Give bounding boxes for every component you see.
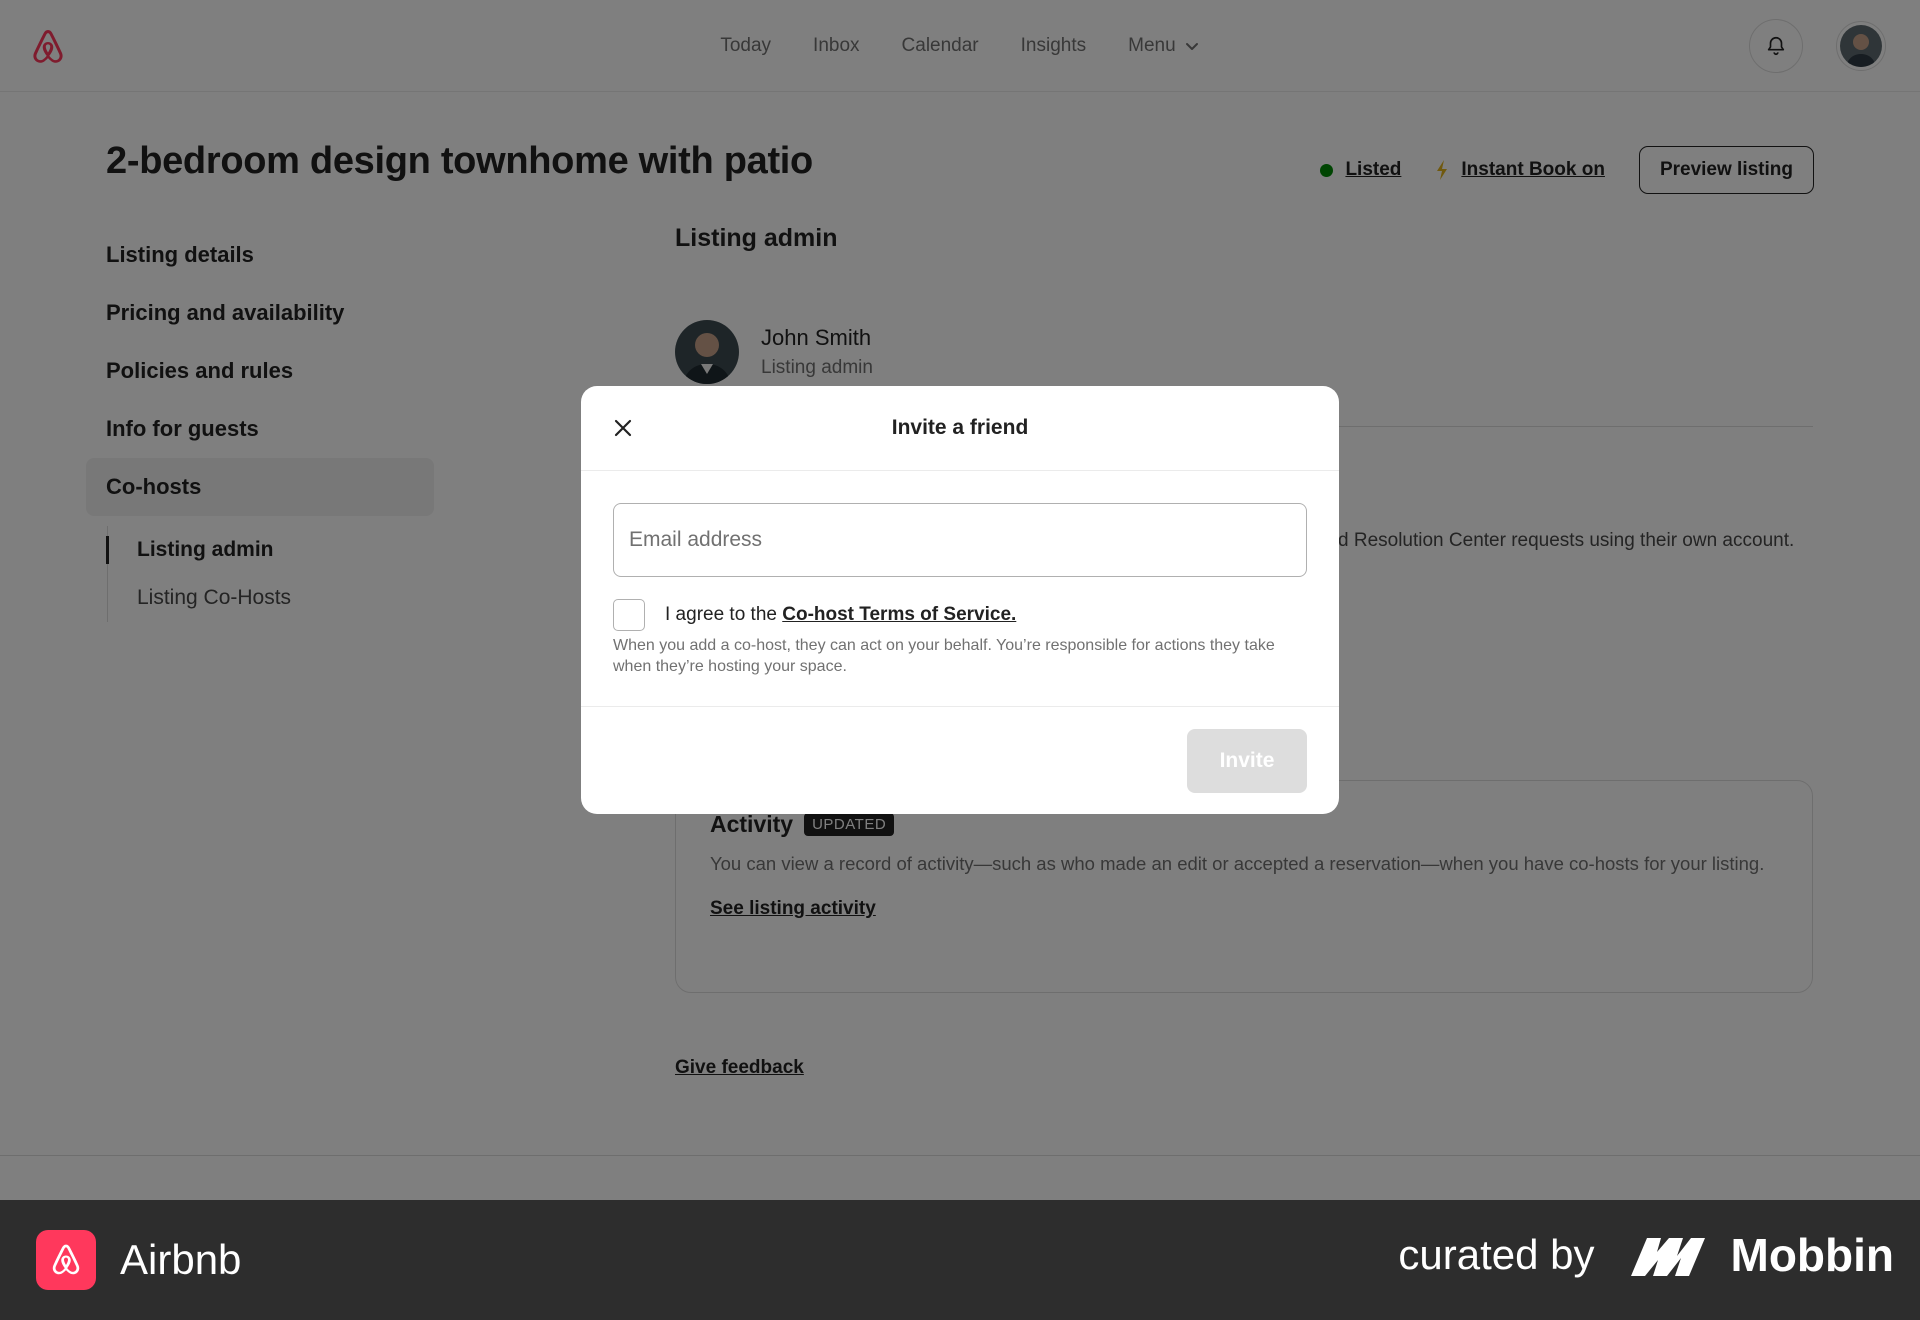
modal-title: Invite a friend	[891, 416, 1029, 439]
terms-prefix: I agree to the	[665, 604, 783, 625]
email-field[interactable]	[613, 503, 1307, 577]
mobbin-wordmark: Mobbin	[1730, 1229, 1895, 1281]
invite-button[interactable]: Invite	[1187, 729, 1307, 793]
brand-left: Airbnb	[36, 1230, 241, 1290]
modal-body: I agree to the Co-host Terms of Service.…	[581, 471, 1339, 677]
brand-bar: Airbnb curated by Mobbin	[0, 1200, 1920, 1320]
terms-note: When you add a co-host, they can act on …	[613, 637, 1275, 675]
modal-footer: Invite	[581, 706, 1339, 814]
terms-label: I agree to the Co-host Terms of Service.	[665, 604, 1016, 626]
terms-row: I agree to the Co-host Terms of Service.	[613, 599, 1307, 631]
modal-header: Invite a friend	[581, 386, 1339, 471]
invite-modal: Invite a friend I agree to the Co-host T…	[581, 386, 1339, 814]
curated-by-label: curated by	[1398, 1231, 1595, 1278]
terms-checkbox[interactable]	[613, 599, 645, 631]
terms-link[interactable]: Co-host Terms of Service.	[782, 604, 1016, 625]
app-name: Airbnb	[120, 1236, 242, 1283]
brand-right: curated by Mobbin	[1398, 1228, 1894, 1282]
close-icon	[614, 419, 632, 437]
airbnb-app-icon	[36, 1230, 96, 1290]
mobbin-mark-icon	[1630, 1238, 1705, 1276]
close-button[interactable]	[609, 414, 637, 442]
mobbin-logo: Mobbin	[1630, 1228, 1895, 1282]
